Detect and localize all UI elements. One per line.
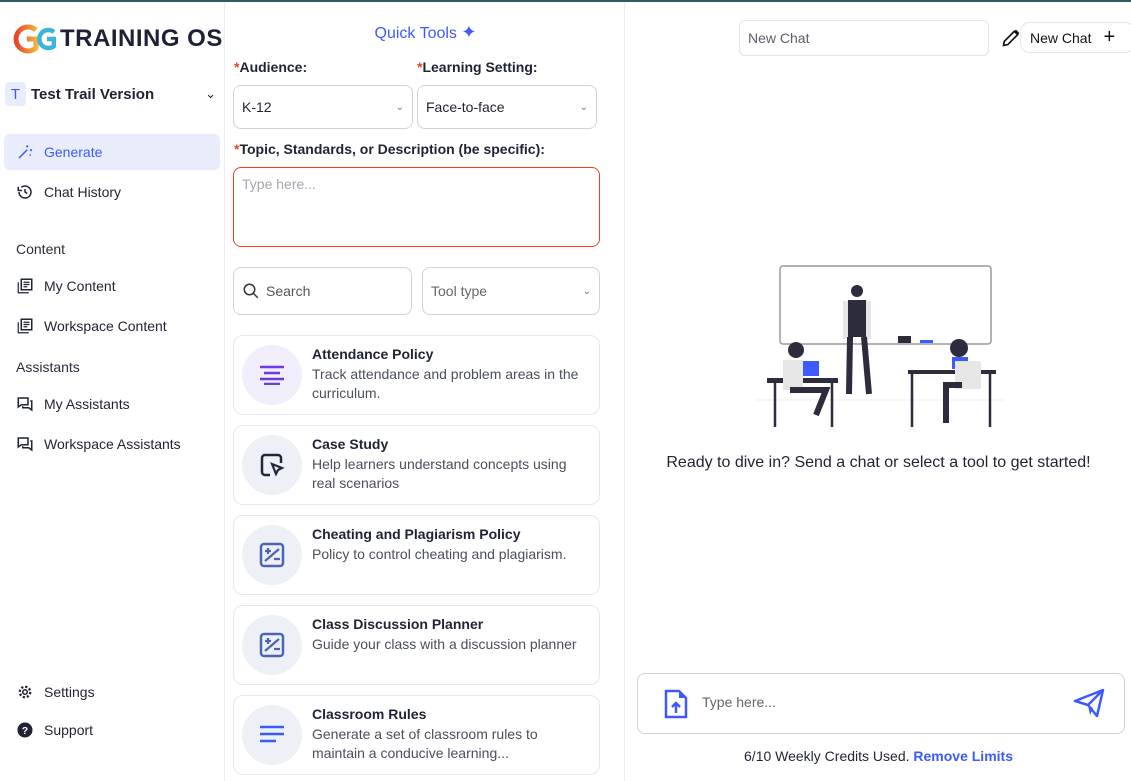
quick-tools-panel: Quick Tools ✦ *Audience: *Learning Setti… [226,2,625,781]
tool-type-select[interactable]: Tool type ⌄ [422,267,600,315]
workspace-avatar: T [5,82,26,106]
learning-setting-label: *Learning Setting: [417,59,538,75]
library-icon [17,318,33,334]
classroom-illustration [755,265,1005,427]
chevron-down-icon: ⌄ [395,101,404,113]
sidebar-item-label: Generate [44,144,103,160]
align-center-icon [242,345,302,405]
card-title: Classroom Rules [312,706,427,722]
plus-icon: + [1103,26,1116,48]
tool-card-classroom-rules[interactable]: Classroom Rules Generate a set of classr… [233,695,600,775]
card-description: Help learners understand concepts using … [312,456,567,491]
learning-setting-select[interactable]: Face-to-face ⌄ [417,85,597,129]
quick-tools-label: Quick Tools [374,25,457,42]
section-heading-content: Content [16,241,66,257]
quick-tools-title: Quick Tools ✦ [226,22,625,43]
workspace-switcher[interactable]: T Test Trail Version ⌄ [5,81,220,107]
topic-label: *Topic, Standards, or Description (be sp… [234,141,545,157]
card-description: Track attendance and problem areas in th… [312,366,579,401]
plus-minus-box-icon [242,525,302,585]
sidebar-item-my-content[interactable]: My Content [4,268,220,304]
topic-textarea[interactable]: Type here... [233,167,600,247]
sidebar-item-my-assistants[interactable]: My Assistants [4,386,220,422]
sidebar-item-settings[interactable]: Settings [4,674,220,710]
new-chat-button[interactable]: New Chat + [1020,22,1131,53]
card-title: Cheating and Plagiarism Policy [312,526,521,542]
workspace-name: Test Trail Version [31,85,155,103]
sidebar-item-chat-history[interactable]: Chat History [4,174,220,210]
audience-select[interactable]: K-12 ⌄ [233,85,413,129]
chat-icon [17,437,33,452]
align-left-icon [242,705,302,765]
new-chat-label: New Chat [1030,29,1092,46]
sidebar-item-workspace-content[interactable]: Workspace Content [4,308,220,344]
tool-card-attendance-policy[interactable]: Attendance Policy Track attendance and p… [233,335,600,415]
search-icon [243,283,259,299]
file-upload-icon[interactable] [664,689,688,719]
chevron-down-icon: ⌄ [582,285,591,297]
send-icon[interactable] [1073,687,1105,719]
brand-name: TRAINING OS [60,25,223,52]
remove-limits-link[interactable]: Remove Limits [913,748,1013,764]
sidebar: TRAINING OS T Test Trail Version ⌄ Gener… [0,2,225,781]
sidebar-item-label: My Assistants [44,396,130,412]
chat-panel: New Chat New Chat + Ready to dive in? Sen… [626,2,1131,781]
credits-text: 6/10 Weekly Credits Used. [744,748,910,764]
credits-info: 6/10 Weekly Credits Used. Remove Limits [626,748,1131,764]
sidebar-item-label: Settings [44,684,95,700]
chat-input[interactable]: Type here... [702,694,776,710]
search-input[interactable]: Search [233,267,412,315]
history-icon [17,185,32,199]
card-title: Case Study [312,436,389,452]
sidebar-item-support[interactable]: ? Support [4,712,220,748]
cursor-box-icon [242,435,302,495]
chevron-down-icon: ⌄ [205,86,216,101]
section-heading-assistants: Assistants [16,359,80,375]
empty-state-message: Ready to dive in? Send a chat or select … [666,454,1091,471]
gear-icon [18,685,32,699]
plus-minus-box-icon [242,615,302,675]
sidebar-item-generate[interactable]: Generate [4,134,220,170]
library-icon [17,278,33,294]
audience-label: *Audience: [234,59,308,75]
logo: TRAINING OS [12,24,223,54]
card-title: Class Discussion Planner [312,616,484,632]
card-description: Guide your class with a discussion plann… [312,636,577,652]
card-description: Generate a set of classroom rules to mai… [312,726,538,761]
chat-title-input[interactable]: New Chat [739,20,989,56]
sidebar-item-label: Chat History [44,184,122,200]
chat-input-box[interactable]: Type here... [637,673,1125,734]
logo-mark-icon [13,24,56,54]
tool-card-class-discussion-planner[interactable]: Class Discussion Planner Guide your clas… [233,605,600,685]
magic-wand-icon [18,145,33,159]
tool-card-case-study[interactable]: Case Study Help learners understand conc… [233,425,600,505]
svg-text:?: ? [22,725,28,737]
sidebar-item-label: Workspace Content [44,318,167,334]
help-icon: ? [17,722,33,738]
sidebar-item-workspace-assistants[interactable]: Workspace Assistants [4,426,220,462]
chat-icon [17,397,33,412]
tool-card-cheating-plagiarism-policy[interactable]: Cheating and Plagiarism Policy Policy to… [233,515,600,595]
sidebar-item-label: Workspace Assistants [44,436,181,452]
pencil-icon[interactable] [1001,28,1021,48]
chevron-down-icon: ⌄ [579,101,588,113]
sidebar-item-label: My Content [44,278,116,294]
sidebar-item-label: Support [44,722,94,738]
sparkle-icon: ✦ [461,22,477,42]
card-description: Policy to control cheating and plagiaris… [312,546,567,562]
card-title: Attendance Policy [312,346,434,362]
